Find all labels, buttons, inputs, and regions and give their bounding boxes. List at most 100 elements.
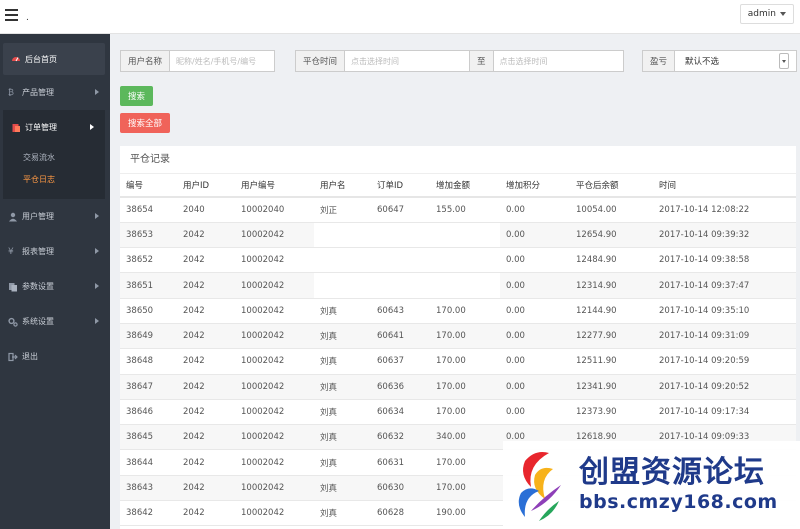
caret-down-icon xyxy=(780,12,786,16)
table-cell: 刘真 xyxy=(314,323,371,350)
user-icon xyxy=(9,212,17,221)
chevron-right-icon xyxy=(95,283,99,289)
table-header-row: 编号 用户ID 用户编号 用户名 订单ID 增加金额 增加积分 平仓后余额 时间 xyxy=(120,174,796,198)
chevron-right-icon xyxy=(90,124,94,130)
submenu-item-transactions[interactable]: 交易流水 xyxy=(3,147,105,169)
sidebar-item-logout[interactable]: 退出 xyxy=(0,339,110,374)
table-row: 38653 2042 10002042 0.00 12654.90 2017-10-14 … xyxy=(120,222,796,249)
sidebar-item-home[interactable]: 后台首页 xyxy=(3,43,105,75)
table-cell: 60643 xyxy=(371,298,430,324)
table-cell: 2042 xyxy=(177,348,235,375)
search-all-button[interactable]: 搜索全部 xyxy=(120,113,171,133)
table-cell: 0.00 xyxy=(500,399,570,426)
table-cell: 170.00 xyxy=(430,399,500,426)
table-cell: 60630 xyxy=(371,475,430,502)
table-row: 38651 2042 10002042 0.00 12314.90 2017-10-14 … xyxy=(120,272,796,299)
chevron-right-icon xyxy=(95,248,99,254)
table-cell xyxy=(430,222,500,249)
sidebar-item-label: 后台首页 xyxy=(25,54,57,64)
table-row: 38650 2042 10002042 刘真 60643 170.00 0.00 12144.… xyxy=(120,298,796,324)
start-time-input[interactable] xyxy=(345,51,471,71)
bitcoin-icon: ₿ xyxy=(8,87,14,97)
table-cell: 60647 xyxy=(371,197,430,223)
submenu-item-close-log[interactable]: 平仓日志 xyxy=(3,169,105,191)
table-cell: 38647 xyxy=(120,374,177,400)
search-button[interactable]: 搜索 xyxy=(120,86,154,106)
table-cell: 0.00 xyxy=(500,374,570,400)
table-cell: 170.00 xyxy=(430,298,500,324)
table-cell: 2042 xyxy=(177,500,235,527)
sidebar-item-users[interactable]: 用户管理 xyxy=(0,199,110,234)
table-cell: 0.00 xyxy=(500,348,570,375)
table-cell: 0.00 xyxy=(500,222,570,249)
column-header: 用户编号 xyxy=(235,174,314,198)
table-cell: 刘真 xyxy=(314,500,371,527)
table-cell: 38643 xyxy=(120,475,177,502)
top-bar: . admin xyxy=(0,0,800,34)
table-cell: 刘真 xyxy=(314,399,371,426)
table-cell xyxy=(314,222,371,249)
sidebar-item-params[interactable]: 参数设置 xyxy=(0,269,110,304)
sidebar-item-label: 产品管理 xyxy=(22,88,54,97)
sidebar-item-label: 订单管理 xyxy=(25,123,57,132)
table-cell: 2017-10-14 09:35:10 xyxy=(653,298,796,324)
select-arrow-icon xyxy=(779,53,790,69)
table-cell: 10002042 xyxy=(235,323,314,350)
table-cell: 12314.90 xyxy=(570,272,653,299)
table-cell: 2017-10-14 09:38:58 xyxy=(653,247,796,274)
sidebar-item-products[interactable]: ₿ 产品管理 xyxy=(0,75,110,110)
admin-dropdown[interactable]: admin xyxy=(739,4,794,24)
table-cell: 38649 xyxy=(120,323,177,350)
table-cell: 0.00 xyxy=(500,197,570,223)
chevron-right-icon xyxy=(95,89,99,95)
table-cell: 2042 xyxy=(177,449,235,476)
table-cell: 10002042 xyxy=(235,449,314,476)
watermark-logo-icon xyxy=(518,452,561,521)
table-cell: 12277.90 xyxy=(570,323,653,350)
table-row: 38652 2042 10002042 0.00 12484.90 2017-10-14 … xyxy=(120,247,796,274)
table-cell: 2017-10-14 12:08:22 xyxy=(653,197,796,223)
username-input[interactable] xyxy=(170,51,273,71)
table-cell: 2042 xyxy=(177,298,235,324)
dashboard-icon xyxy=(12,57,20,62)
profit-loss-select[interactable]: 默认不选 xyxy=(675,51,793,71)
table-cell: 155.00 xyxy=(430,197,500,223)
table-cell: 12144.90 xyxy=(570,298,653,324)
end-time-input[interactable] xyxy=(493,51,619,71)
table-row: 38647 2042 10002042 刘真 60636 170.00 0.00 12341.… xyxy=(120,374,796,400)
table-cell: 12484.90 xyxy=(570,247,653,274)
watermark-name: 创盟资源论坛 xyxy=(579,455,765,490)
table-cell: 10002042 xyxy=(235,475,314,502)
table-cell: 10002042 xyxy=(235,272,314,299)
sidebar-item-reports[interactable]: ¥ 报表管理 xyxy=(0,234,110,269)
sidebar-item-label: 报表管理 xyxy=(22,247,54,256)
orders-submenu: 交易流水 平仓日志 xyxy=(3,145,105,199)
table-cell: 38654 xyxy=(120,197,177,223)
yen-icon: ¥ xyxy=(8,246,14,257)
table-cell: 10002042 xyxy=(235,247,314,274)
table-cell: 刘正 xyxy=(314,197,371,223)
table-cell: 60637 xyxy=(371,348,430,375)
gears-icon xyxy=(8,317,18,327)
close-time-filter: 平仓时间 至 xyxy=(295,50,624,72)
table-cell: 38650 xyxy=(120,298,177,324)
table-cell: 10002042 xyxy=(235,374,314,400)
table-cell: 2017-10-14 09:37:47 xyxy=(653,272,796,299)
table-cell: 170.00 xyxy=(430,475,500,502)
table-cell: 12654.90 xyxy=(570,222,653,249)
table-cell: 60636 xyxy=(371,374,430,400)
table-cell xyxy=(430,247,500,274)
table-cell: 60628 xyxy=(371,500,430,527)
table-cell: 190.00 xyxy=(430,500,500,527)
column-header: 平仓后余额 xyxy=(570,174,653,198)
sidebar-item-orders[interactable]: 订单管理 xyxy=(3,110,105,145)
table-cell: 0.00 xyxy=(500,247,570,274)
column-header: 增加积分 xyxy=(500,174,570,198)
menu-toggle-icon[interactable] xyxy=(5,9,18,21)
table-cell: 12511.90 xyxy=(570,348,653,375)
column-header: 增加金额 xyxy=(430,174,500,198)
table-cell: 2017-10-14 09:31:09 xyxy=(653,323,796,350)
table-cell: 刘真 xyxy=(314,298,371,324)
sidebar-item-system[interactable]: 系统设置 xyxy=(0,304,110,339)
table-cell: 170.00 xyxy=(430,449,500,476)
